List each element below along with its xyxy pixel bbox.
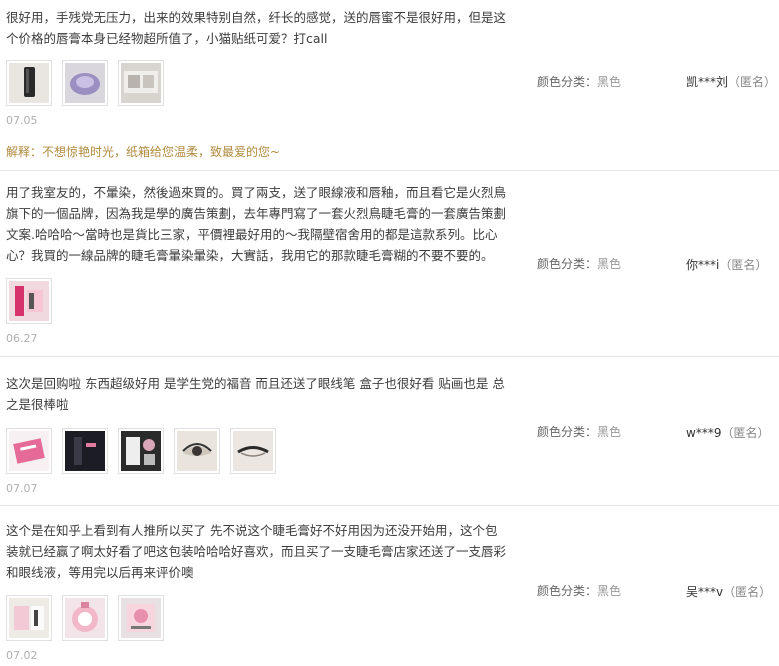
seller-reply: 解释：不想惊艳时光，纸箱给您温柔，致最爱的您~ xyxy=(6,145,281,159)
review-text: 用了我室友的，不暈染，然後過來買的。買了兩支，送了眼線液和唇釉，而且看它是火烈鳥… xyxy=(6,185,507,263)
color-spec: 颜色分类：黑色 xyxy=(537,423,621,440)
reviewer: 吴***v（匿名） xyxy=(686,583,771,600)
review-text: 很好用，手残党无压力，出来的效果特别自然，纤长的感觉，送的唇蜜不是很好用，但是这… xyxy=(6,10,507,46)
review-photo-thumbnail[interactable] xyxy=(62,60,108,106)
reviewer-name: 吴***v xyxy=(686,585,724,599)
review-text: 这次是回购啦 东西超级好用 是学生党的福音 而且还送了眼线笔 盒子也很好看 贴画… xyxy=(6,376,505,412)
review-item: 很好用，手残党无压力，出来的效果特别自然，纤长的感觉，送的唇蜜不是很好用，但是这… xyxy=(0,0,779,171)
reviewer: w***9（匿名） xyxy=(686,424,769,441)
spec-label: 颜色分类： xyxy=(537,257,598,271)
anonymous-badge: （匿名） xyxy=(728,75,777,89)
review-item: 这次是回购啦 东西超级好用 是学生党的福音 而且还送了眼线笔 盒子也很好看 贴画… xyxy=(0,357,779,506)
review-photo-thumbnail[interactable] xyxy=(118,595,164,641)
color-spec: 颜色分类：黑色 xyxy=(537,582,621,599)
review-photo-thumbnail[interactable] xyxy=(6,278,52,324)
color-spec: 颜色分类：黑色 xyxy=(537,255,621,272)
spec-value: 黑色 xyxy=(597,257,622,271)
spec-label: 颜色分类： xyxy=(537,425,598,439)
review-photo-thumbnail[interactable] xyxy=(6,60,52,106)
review-item: 用了我室友的，不暈染，然後過來買的。買了兩支，送了眼線液和唇釉，而且看它是火烈鳥… xyxy=(0,171,779,357)
review-photo-thumbnail[interactable] xyxy=(62,428,108,474)
review-date: 07.05 xyxy=(6,114,38,127)
review-date: 07.07 xyxy=(6,482,38,495)
reviewer-name: 你***i xyxy=(686,258,720,272)
reviewer-name: 凯***刘 xyxy=(686,75,729,89)
review-photo-thumbnail[interactable] xyxy=(6,428,52,474)
reviewer-name: w***9 xyxy=(686,426,722,440)
review-photo-thumbnail[interactable] xyxy=(118,60,164,106)
spec-value: 黑色 xyxy=(597,75,622,89)
review-item: 这个是在知乎上看到有人推所以买了 先不说这个睫毛膏好不好用因为还没开始用，这个包… xyxy=(0,506,779,666)
anonymous-badge: （匿名） xyxy=(721,426,770,440)
color-spec: 颜色分类：黑色 xyxy=(537,73,621,90)
anonymous-badge: （匿名） xyxy=(719,258,768,272)
review-photo-thumbnail[interactable] xyxy=(174,428,220,474)
spec-label: 颜色分类： xyxy=(537,75,598,89)
spec-value: 黑色 xyxy=(597,425,622,439)
anonymous-badge: （匿名） xyxy=(723,585,772,599)
review-date: 06.27 xyxy=(6,332,38,345)
review-date: 07.02 xyxy=(6,649,38,662)
spec-label: 颜色分类： xyxy=(537,584,598,598)
reviewer: 凯***刘（匿名） xyxy=(686,73,776,90)
review-text: 这个是在知乎上看到有人推所以买了 先不说这个睫毛膏好不好用因为还没开始用，这个包… xyxy=(6,523,507,580)
reviewer: 你***i（匿名） xyxy=(686,256,767,273)
review-photo-thumbnail[interactable] xyxy=(230,428,276,474)
review-photo-thumbnail[interactable] xyxy=(6,595,52,641)
spec-value: 黑色 xyxy=(597,584,622,598)
review-photo-thumbnail[interactable] xyxy=(62,595,108,641)
review-photo-thumbnail[interactable] xyxy=(118,428,164,474)
